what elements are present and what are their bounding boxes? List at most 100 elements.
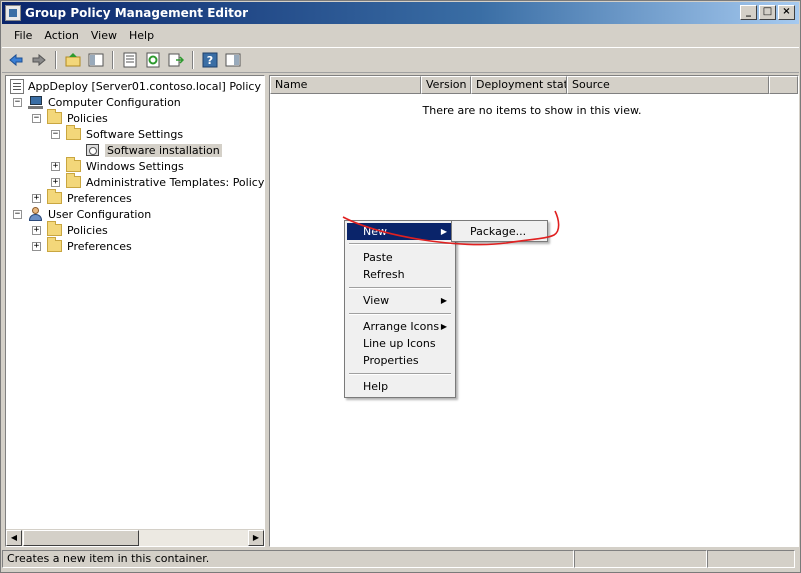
app-icon [5, 5, 21, 21]
tree-computer-configuration[interactable]: − Computer Configuration [13, 94, 181, 110]
status-text: Creates a new item in this container. [2, 550, 574, 568]
tree-software-settings[interactable]: − Software Settings [51, 125, 184, 142]
folder-icon [66, 125, 81, 140]
menu-file[interactable]: File [8, 29, 38, 42]
menu-separator [349, 287, 451, 289]
menu-item-package[interactable]: Package... [454, 223, 545, 240]
menu-bar: File Action View Help [2, 25, 799, 45]
menu-item-view-label: View [363, 294, 390, 307]
column-source[interactable]: Source [567, 76, 769, 94]
toolbar: ? [2, 47, 799, 73]
expand-icon[interactable]: + [32, 193, 41, 203]
toolbar-separator [192, 51, 194, 69]
back-icon[interactable] [6, 50, 26, 70]
folder-icon [66, 173, 81, 188]
tree-administrative-templates-label: Administrative Templates: Policy defi [86, 175, 265, 189]
toolbar-separator [112, 51, 114, 69]
scroll-left-icon[interactable]: ◀ [6, 530, 22, 546]
tree-preferences[interactable]: + Preferences [32, 189, 132, 206]
window-controls: _ □ × [740, 5, 795, 20]
menu-item-help[interactable]: Help [347, 378, 453, 395]
expand-icon[interactable]: + [32, 241, 41, 251]
user-icon [28, 207, 43, 221]
column-version[interactable]: Version [421, 76, 471, 94]
tree-software-installation-label: Software installation [105, 143, 222, 157]
collapse-icon[interactable]: − [13, 97, 22, 107]
folder-icon [66, 157, 81, 172]
properties-list-icon[interactable] [120, 50, 140, 70]
main-window: Group Policy Management Editor _ □ × Fil… [0, 0, 801, 573]
show-hide-tree-icon[interactable] [86, 50, 106, 70]
column-name[interactable]: Name [270, 76, 421, 94]
action-pane-icon[interactable] [223, 50, 243, 70]
refresh-icon[interactable] [143, 50, 163, 70]
column-deployment-state[interactable]: Deployment state [471, 76, 567, 94]
submenu-arrow-icon: ▶ [440, 227, 447, 236]
menu-item-new[interactable]: New ▶ [347, 223, 453, 240]
expand-icon[interactable]: + [32, 225, 41, 235]
tree-software-settings-label: Software Settings [86, 127, 184, 141]
close-button[interactable]: × [778, 5, 795, 20]
submenu-arrow-icon: ▶ [440, 322, 447, 331]
tree-administrative-templates[interactable]: + Administrative Templates: Policy defi [51, 173, 265, 190]
expand-icon[interactable]: + [51, 177, 60, 187]
tree-policies-label: Policies [67, 111, 108, 125]
tree-pane[interactable]: AppDeploy [Server01.contoso.local] Polic… [5, 75, 265, 547]
tree-user-configuration-label: User Configuration [48, 207, 152, 221]
policy-tree: AppDeploy [Server01.contoso.local] Polic… [6, 76, 264, 528]
menu-item-view[interactable]: View ▶ [347, 292, 453, 309]
empty-list-message: There are no items to show in this view. [422, 104, 642, 117]
status-panel-2 [574, 550, 707, 568]
folder-icon [47, 109, 62, 124]
folder-icon [47, 221, 62, 236]
menu-item-new-label: New [363, 225, 387, 238]
tree-user-policies-label: Policies [67, 223, 108, 237]
tree-user-policies[interactable]: + Policies [32, 221, 108, 238]
menu-action[interactable]: Action [38, 29, 84, 42]
submenu-arrow-icon: ▶ [440, 296, 447, 305]
tree-user-preferences-label: Preferences [67, 239, 132, 253]
collapse-icon[interactable]: − [13, 209, 22, 219]
tree-preferences-label: Preferences [67, 191, 132, 205]
collapse-icon[interactable]: − [32, 113, 41, 123]
tree-root[interactable]: AppDeploy [Server01.contoso.local] Polic… [10, 78, 261, 94]
menu-item-line-up-icons[interactable]: Line up Icons [347, 335, 453, 352]
menu-item-arrange-icons[interactable]: Arrange Icons ▶ [347, 318, 453, 335]
export-list-icon[interactable] [166, 50, 186, 70]
menu-item-refresh[interactable]: Refresh [347, 266, 453, 283]
menu-item-paste[interactable]: Paste [347, 249, 453, 266]
new-submenu: Package... [451, 220, 548, 242]
tree-user-configuration[interactable]: − User Configuration [13, 206, 151, 222]
menu-separator [349, 373, 451, 375]
help-icon[interactable]: ? [200, 50, 220, 70]
horizontal-scrollbar[interactable]: ◀ ▶ [6, 529, 264, 546]
menu-view[interactable]: View [85, 29, 123, 42]
computer-icon [28, 95, 43, 109]
title-bar[interactable]: Group Policy Management Editor _ □ × [2, 2, 799, 24]
tree-windows-settings[interactable]: + Windows Settings [51, 157, 184, 174]
scroll-right-icon[interactable]: ▶ [248, 530, 264, 546]
scrollbar-thumb[interactable] [23, 530, 139, 546]
tree-software-installation[interactable]: Software installation [85, 142, 222, 158]
column-filler [769, 76, 798, 94]
tree-windows-settings-label: Windows Settings [86, 159, 184, 173]
forward-icon[interactable] [29, 50, 49, 70]
window-title: Group Policy Management Editor [25, 6, 249, 20]
minimize-button[interactable]: _ [740, 5, 757, 20]
menu-separator [349, 243, 451, 245]
software-install-icon [85, 142, 101, 158]
menu-help[interactable]: Help [123, 29, 160, 42]
menu-item-properties[interactable]: Properties [347, 352, 453, 369]
collapse-icon[interactable]: − [51, 129, 60, 139]
tree-policies[interactable]: − Policies [32, 109, 108, 126]
tree-computer-configuration-label: Computer Configuration [48, 95, 181, 109]
expand-icon[interactable]: + [51, 161, 60, 171]
toolbar-separator [55, 51, 57, 69]
tree-user-preferences[interactable]: + Preferences [32, 237, 132, 254]
up-folder-icon[interactable] [63, 50, 83, 70]
status-panel-3 [707, 550, 795, 568]
svg-text:?: ? [207, 54, 213, 67]
context-menu: New ▶ Paste Refresh View ▶ Arrange Icons… [344, 220, 456, 398]
maximize-button[interactable]: □ [759, 5, 776, 20]
menu-separator [349, 313, 451, 315]
